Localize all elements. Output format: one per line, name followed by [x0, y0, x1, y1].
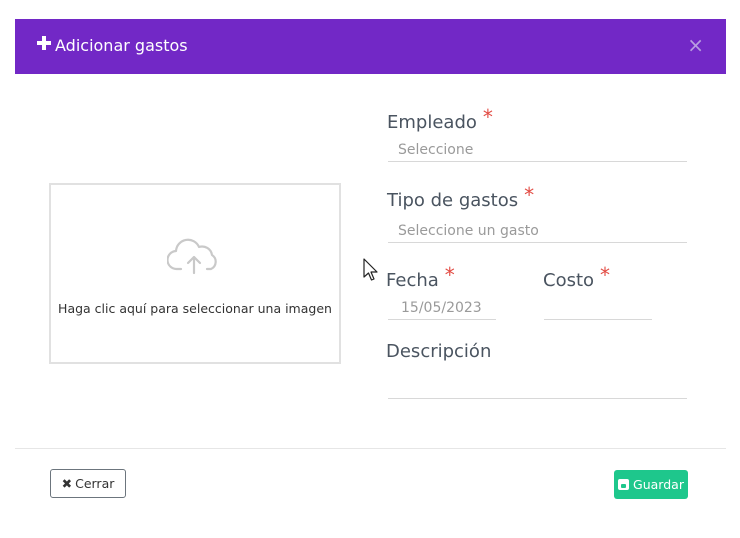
- cerrar-button[interactable]: ✖ Cerrar: [50, 469, 126, 498]
- costo-input[interactable]: [544, 296, 652, 320]
- cloud-upload-icon: [167, 238, 217, 275]
- empleado-label: Empleado *: [387, 106, 493, 134]
- required-mark: *: [524, 183, 535, 207]
- costo-label-text: Costo: [543, 270, 595, 291]
- fecha-label-text: Fecha: [386, 270, 439, 291]
- modal-title: Adicionar gastos: [55, 36, 188, 55]
- plus-icon: [37, 36, 51, 50]
- tipo-gastos-label-text: Tipo de gastos: [387, 190, 519, 211]
- footer-divider: [15, 448, 726, 449]
- image-upload-area[interactable]: Haga clic aquí para seleccionar una imag…: [49, 183, 341, 364]
- costo-label: Costo *: [543, 264, 610, 292]
- required-mark: *: [444, 263, 455, 287]
- required-mark: *: [600, 263, 611, 287]
- add-expense-modal: Adicionar gastos × Haga clic aquí para s…: [15, 19, 726, 519]
- empleado-label-text: Empleado: [387, 112, 477, 133]
- cerrar-label: Cerrar: [75, 476, 115, 491]
- fecha-label: Fecha *: [386, 264, 455, 292]
- modal-header: Adicionar gastos ×: [15, 19, 726, 74]
- descripcion-input[interactable]: [388, 375, 687, 399]
- tipo-gastos-label: Tipo de gastos *: [387, 184, 534, 212]
- close-icon: ✖: [61, 476, 73, 491]
- required-mark: *: [482, 105, 493, 129]
- descripcion-label: Descripción: [386, 341, 492, 362]
- save-icon: [618, 479, 630, 490]
- fecha-input[interactable]: [388, 296, 496, 320]
- empleado-select[interactable]: [388, 138, 687, 162]
- tipo-gastos-select[interactable]: [388, 219, 687, 243]
- upload-hint: Haga clic aquí para seleccionar una imag…: [58, 301, 332, 316]
- guardar-button[interactable]: Guardar: [614, 470, 688, 499]
- close-icon[interactable]: ×: [687, 34, 704, 56]
- guardar-label: Guardar: [633, 477, 684, 492]
